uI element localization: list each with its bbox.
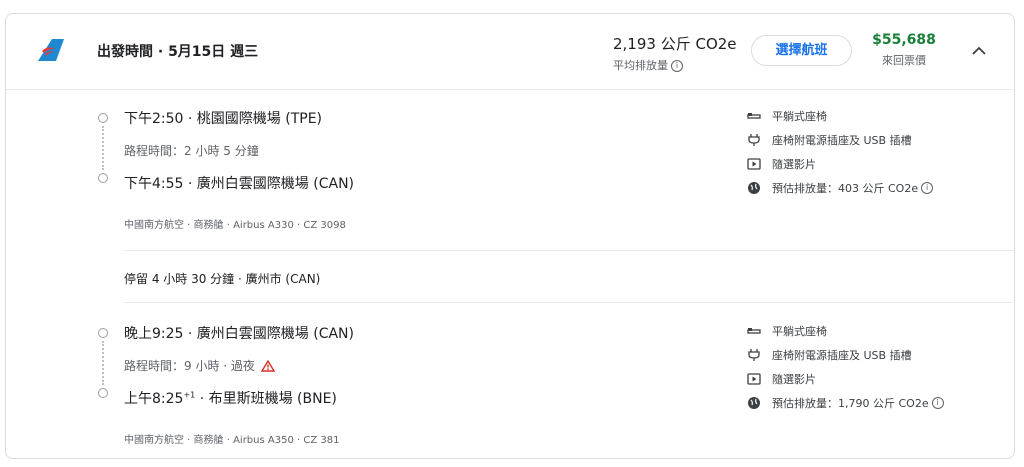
arrival-dot [98,173,108,183]
layover-info: 停留 4 小時 30 分鐘 · 廣州市 (CAN) [124,272,321,286]
select-flight-button[interactable]: 選擇航班 [751,35,852,66]
seat-icon [746,109,762,123]
departure-time-airport: 下午2:50 · 桃園國際機場 (TPE) [124,111,323,127]
amenity-item: 預估排放量：1,790 公斤 CO2e i [746,391,944,415]
departure-time-airport: 晚上9:25 · 廣州白雲國際機場 (CAN) [124,326,354,342]
amenity-label: 預估排放量：1,790 公斤 CO2e [772,397,929,410]
emissions-summary: 2,193 公斤 CO2e 平均排放量 i [613,33,737,73]
price-value: $55,688 [872,32,936,48]
amenity-item: 平躺式座椅 [746,104,933,128]
price-label: 來回票價 [882,54,926,67]
amenity-label: 隨選影片 [772,158,816,171]
emissions-label: 平均排放量 [613,59,668,72]
arrival-time-airport: 下午4:55 · 廣州白雲國際機場 (CAN) [124,173,354,193]
china-southern-logo [38,39,64,61]
amenity-item: 預估排放量：403 公斤 CO2e i [746,176,934,200]
header-divider [6,89,1014,90]
price-block: $55,688 來回票價 [868,32,940,68]
departure-title: 出發時間 · 5月15日 週三 [97,44,259,60]
globe-icon [746,396,762,410]
video-icon [746,372,762,386]
departure-dot [98,113,108,123]
arrival-airport: · 布里斯班機場 (BNE) [195,391,337,407]
chevron-up-icon[interactable] [968,41,990,61]
info-icon[interactable]: i [931,397,944,409]
flight-summary-header[interactable]: 出發時間 · 5月15日 週三 2,193 公斤 CO2e 平均排放量 i 選擇航… [6,14,1014,89]
segment-timeline [96,317,110,398]
flight-details-card: 出發時間 · 5月15日 週三 2,193 公斤 CO2e 平均排放量 i 選擇航… [5,13,1015,459]
timeline-line [102,126,104,170]
amenity-item: 座椅附電源插座及 USB 插槽 [746,128,933,152]
travel-duration: 路程時間：9 小時 · 過夜 [124,357,275,374]
amenities-list: 平躺式座椅 座椅附電源插座及 USB 插槽 隨選影片 預估排放量：1,790 公… [746,319,944,415]
info-icon[interactable]: i [921,182,934,194]
amenity-label: 預估排放量：403 公斤 CO2e [772,182,919,195]
amenity-item: 隨選影片 [746,367,944,391]
travel-duration: 路程時間：2 小時 5 分鐘 [124,144,259,158]
power-plug-icon [746,348,762,362]
globe-icon [746,181,762,195]
departure-dot [98,328,108,338]
video-icon [746,157,762,171]
amenity-item: 座椅附電源插座及 USB 插槽 [746,343,944,367]
warning-icon [260,360,275,372]
amenity-item: 隨選影片 [746,152,933,176]
amenities-list: 平躺式座椅 座椅附電源插座及 USB 插槽 隨選影片 預估排放量：403 公斤 … [746,104,934,200]
flight-meta: 中國南方航空 · 商務艙 · Airbus A350 · CZ 381 [124,435,340,446]
arrival-time: 下午4:55 [124,176,184,192]
flight-meta: 中國南方航空 · 商務艙 · Airbus A330 · CZ 3098 [124,220,346,231]
segment-timeline [96,102,110,183]
segment-divider [124,302,1015,303]
emissions-value: 2,193 公斤 CO2e [613,35,737,53]
segment-divider [124,250,1015,251]
arrival-day-offset: +1 [183,390,196,400]
amenity-label: 平躺式座椅 [772,110,827,123]
arrival-time-airport: 上午8:25+1 · 布里斯班機場 (BNE) [124,388,337,408]
seat-icon [746,324,762,338]
arrival-time: 上午8:25 [124,391,184,407]
amenity-label: 座椅附電源插座及 USB 插槽 [772,134,912,147]
info-icon[interactable]: i [671,60,683,72]
amenity-label: 隨選影片 [772,373,816,386]
duration-text: 路程時間：9 小時 · 過夜 [124,359,255,373]
power-plug-icon [746,133,762,147]
timeline-line [102,341,104,385]
amenity-label: 座椅附電源插座及 USB 插槽 [772,349,912,362]
arrival-airport: · 廣州白雲國際機場 (CAN) [183,176,355,192]
amenity-item: 平躺式座椅 [746,319,944,343]
amenity-label: 平躺式座椅 [772,325,827,338]
arrival-dot [98,388,108,398]
